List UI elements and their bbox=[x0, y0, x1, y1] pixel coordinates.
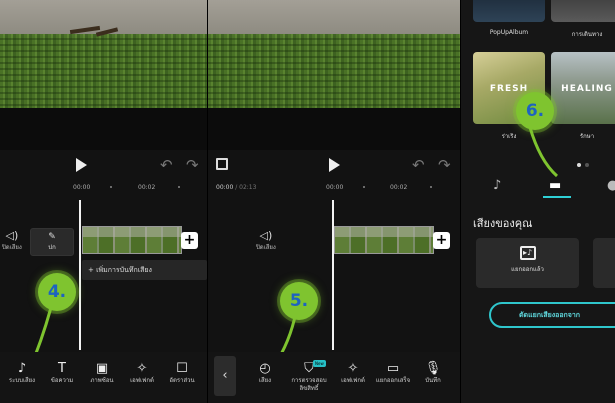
microphone-icon: 🎙 bbox=[424, 361, 442, 376]
extracted-audio-card[interactable]: ▸♪ แยกออกแล้ว bbox=[476, 238, 579, 288]
mute-track-button[interactable]: ◁) ปิดเสียง bbox=[256, 230, 276, 252]
video-clip-track[interactable] bbox=[334, 226, 434, 254]
tiktok-icon[interactable]: ♪ bbox=[493, 178, 501, 193]
tool-sound[interactable]: ◴ เสียง bbox=[244, 360, 286, 385]
ruler-tick: 00:00 bbox=[326, 184, 344, 191]
ruler-tick: 00:00 bbox=[73, 184, 91, 191]
album-healing[interactable]: HEALING bbox=[551, 52, 615, 124]
audio-card[interactable] bbox=[593, 238, 615, 288]
play-icon[interactable] bbox=[76, 158, 87, 172]
timecode: 00:00 / 02:13 bbox=[216, 184, 257, 191]
tool-text[interactable]: T ข้อความ bbox=[41, 360, 83, 385]
text-icon: T bbox=[58, 361, 66, 376]
video-clip-track[interactable] bbox=[82, 226, 182, 254]
tool-extract[interactable]: ▭ แยกออกเสร็จ bbox=[372, 360, 414, 385]
effects-icon: ✧ bbox=[136, 361, 148, 376]
tool-ratio[interactable]: ☐ อัตราส่วน bbox=[161, 360, 203, 385]
tool-effects[interactable]: ✧ เอฟเฟกต์ bbox=[121, 360, 163, 385]
video-preview bbox=[0, 0, 207, 108]
mute-label: ปิดเสียง bbox=[2, 244, 22, 251]
album-title: HEALING bbox=[561, 84, 613, 94]
album-thumb[interactable] bbox=[551, 0, 615, 22]
folder-icon: ▭ bbox=[386, 361, 400, 376]
tool-record[interactable]: 🎙 บันทึก bbox=[412, 360, 454, 385]
music-note-icon: ♪ bbox=[17, 361, 27, 376]
undo-icon[interactable]: ↶ bbox=[412, 156, 425, 174]
album-label: PopUpAlbum bbox=[489, 29, 529, 36]
page-indicator bbox=[575, 152, 591, 171]
add-clip-button[interactable]: + bbox=[433, 232, 450, 249]
play-icon[interactable] bbox=[329, 158, 340, 172]
editor-panel-2: ↶ ↷ 00:00 / 02:13 00:00 00:02 ◁) ปิดเสีย… bbox=[208, 0, 460, 403]
extract-audio-button[interactable]: ตัดแยกเสียงออกจาก bbox=[489, 302, 615, 328]
playhead[interactable] bbox=[332, 200, 334, 350]
speaker-icon: ◁) bbox=[259, 229, 273, 242]
undo-icon[interactable]: ↶ bbox=[160, 156, 173, 174]
extract-card-label: แยกออกแล้ว bbox=[511, 266, 544, 273]
active-tab-indicator bbox=[543, 196, 571, 198]
section-title: เสียงของคุณ bbox=[473, 217, 533, 230]
redo-icon[interactable]: ↷ bbox=[438, 156, 451, 174]
pencil-icon: ✎ bbox=[48, 232, 56, 242]
ratio-icon: ☐ bbox=[176, 361, 188, 376]
step-marker: 4. bbox=[38, 273, 76, 311]
step-marker: 5. bbox=[280, 282, 318, 320]
chevron-left-icon: ‹ bbox=[222, 368, 228, 383]
speaker-icon: ◁) bbox=[5, 229, 19, 242]
effects-icon: ✧ bbox=[347, 361, 359, 376]
tool-copyright-check[interactable]: New ⛉ การตรวจสอบลิขสิทธิ์ bbox=[286, 360, 332, 393]
sound-icon: ◴ bbox=[259, 361, 271, 376]
album-label: การเดินทาง bbox=[571, 31, 603, 38]
redo-icon[interactable]: ↷ bbox=[186, 156, 199, 174]
tool-effects[interactable]: ✧ เอฟเฟกต์ bbox=[332, 360, 374, 385]
cover-button[interactable]: ✎ ปก bbox=[30, 228, 74, 256]
add-clip-button[interactable]: + bbox=[181, 232, 198, 249]
fullscreen-icon[interactable] bbox=[216, 158, 228, 170]
bottom-toolbar: ‹ ◴ เสียง New ⛉ การตรวจสอบลิขสิทธิ์ ✧ เอฟเฟ… bbox=[208, 352, 460, 403]
mute-track-button[interactable]: ◁) ปิดเสียง bbox=[2, 230, 22, 252]
cover-label: ปก bbox=[48, 244, 56, 251]
mute-label: ปิดเสียง bbox=[256, 244, 276, 251]
folder-icon[interactable]: ▬ bbox=[549, 178, 561, 193]
source-tabs: ♪ ▬ ● bbox=[461, 170, 615, 200]
sound-library-panel: PopUpAlbum การเดินทาง FRESH HEALING ร่าเ… bbox=[461, 0, 615, 403]
video-preview bbox=[208, 0, 460, 108]
overlay-icon: ▣ bbox=[95, 361, 109, 376]
editor-panel-1: ↶ ↷ 00:00 00:02 ◁) ปิดเสียง ✎ ปก + + เพิ… bbox=[0, 0, 207, 403]
tool-audio[interactable]: ♪ ระบบเสียง bbox=[1, 360, 43, 385]
new-badge: New bbox=[313, 360, 326, 367]
step-marker: 6. bbox=[516, 92, 554, 130]
back-button[interactable]: ‹ bbox=[214, 356, 236, 396]
ruler-tick: 00:02 bbox=[138, 184, 156, 191]
playhead[interactable] bbox=[79, 200, 81, 350]
bottom-toolbar: ♪ ระบบเสียง T ข้อความ ▣ ภาพซ้อน ✧ เอฟเฟกต์ ☐… bbox=[0, 352, 207, 403]
album-thumb[interactable] bbox=[473, 0, 545, 22]
ruler-tick: 00:02 bbox=[390, 184, 408, 191]
tool-overlay[interactable]: ▣ ภาพซ้อน bbox=[81, 360, 123, 385]
more-icon[interactable]: ● bbox=[607, 178, 615, 193]
audio-file-icon: ▸♪ bbox=[519, 246, 536, 260]
add-audio-button[interactable]: + เพิ่มการบันทึกเสียง bbox=[82, 260, 207, 280]
